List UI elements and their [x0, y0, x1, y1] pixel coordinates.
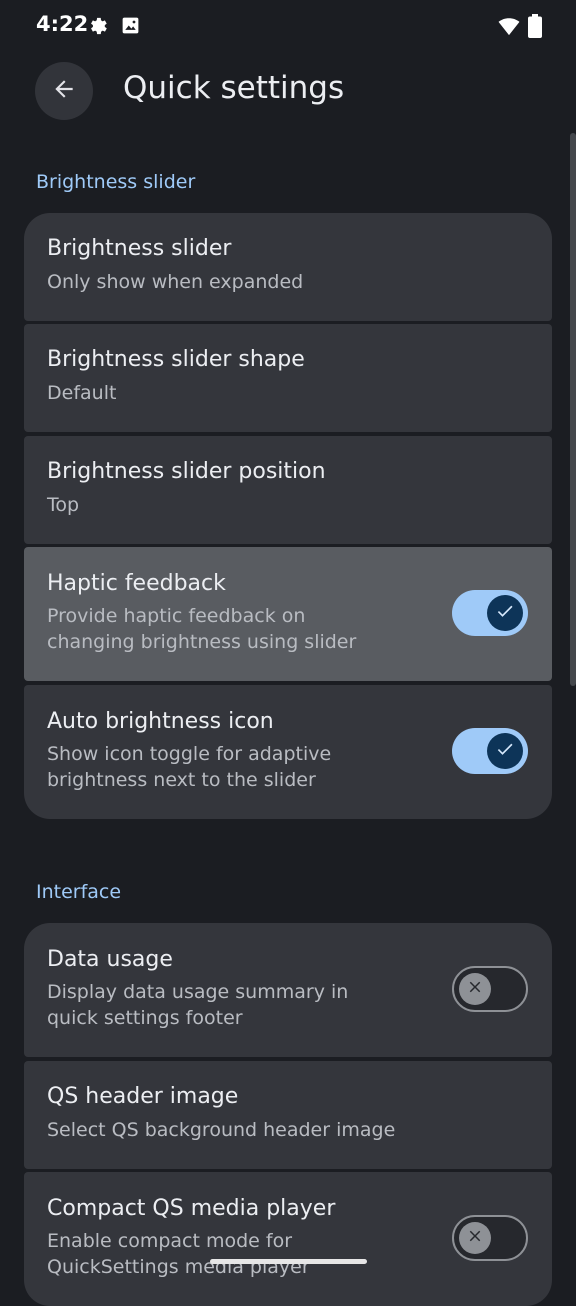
setting-title: Data usage: [47, 947, 173, 972]
setting-brightness-slider[interactable]: Brightness slider Only show when expande…: [24, 213, 552, 321]
page-title: Quick settings: [123, 70, 345, 106]
setting-qs-header-image[interactable]: QS header image Select QS background hea…: [24, 1061, 552, 1169]
setting-subtitle: Enable compact mode for QuickSettings me…: [47, 1228, 427, 1280]
subtitle-line: Display data usage summary in: [47, 981, 349, 1003]
battery-icon: [528, 14, 542, 42]
close-icon: [466, 1227, 484, 1249]
subtitle-line: changing brightness using slider: [47, 631, 357, 653]
switch-thumb: [487, 733, 523, 769]
setting-subtitle: Show icon toggle for adaptive brightness…: [47, 741, 427, 793]
status-time: 4:22: [36, 12, 89, 36]
app-bar: Quick settings: [0, 54, 576, 134]
setting-compact-qs-media-player[interactable]: Compact QS media player Enable compact m…: [24, 1172, 552, 1306]
setting-title: QS header image: [47, 1084, 239, 1109]
setting-subtitle: Display data usage summary in quick sett…: [47, 979, 427, 1031]
compact-media-player-switch[interactable]: [452, 1215, 528, 1261]
check-icon: [495, 739, 515, 763]
switch-thumb: [487, 595, 523, 631]
gear-icon: [87, 15, 109, 41]
subtitle-line: Provide haptic feedback on: [47, 605, 306, 627]
setting-title: Brightness slider shape: [47, 347, 305, 372]
setting-subtitle: Only show when expanded: [47, 271, 304, 293]
setting-brightness-slider-shape[interactable]: Brightness slider shape Default: [24, 324, 552, 432]
setting-auto-brightness-icon[interactable]: Auto brightness icon Show icon toggle fo…: [24, 685, 552, 819]
section-header-interface: Interface: [36, 881, 122, 903]
setting-subtitle: Default: [47, 382, 117, 404]
setting-subtitle: Provide haptic feedback on changing brig…: [47, 603, 427, 655]
haptic-feedback-switch[interactable]: [452, 590, 528, 636]
setting-data-usage[interactable]: Data usage Display data usage summary in…: [24, 923, 552, 1057]
data-usage-switch[interactable]: [452, 966, 528, 1012]
subtitle-line: brightness next to the slider: [47, 769, 316, 791]
switch-thumb: [459, 973, 491, 1005]
gesture-nav-handle[interactable]: [210, 1259, 367, 1264]
subtitle-line: Show icon toggle for adaptive: [47, 743, 332, 765]
setting-subtitle: Select QS background header image: [47, 1119, 396, 1141]
status-bar: 4:22: [0, 0, 576, 54]
subtitle-line: quick settings footer: [47, 1007, 243, 1029]
setting-subtitle: Top: [47, 494, 80, 516]
image-icon: [120, 15, 141, 40]
section-header-brightness: Brightness slider: [36, 171, 196, 193]
setting-title: Auto brightness icon: [47, 709, 274, 734]
subtitle-line: Enable compact mode for: [47, 1230, 293, 1252]
check-icon: [495, 601, 515, 625]
switch-thumb: [459, 1222, 491, 1254]
arrow-left-icon: [51, 76, 77, 106]
setting-brightness-slider-position[interactable]: Brightness slider position Top: [24, 436, 552, 544]
setting-haptic-feedback[interactable]: Haptic feedback Provide haptic feedback …: [24, 547, 552, 681]
setting-title: Brightness slider position: [47, 459, 326, 484]
setting-title: Compact QS media player: [47, 1196, 336, 1221]
setting-title: Haptic feedback: [47, 571, 226, 596]
close-icon: [466, 978, 484, 1000]
setting-title: Brightness slider: [47, 236, 232, 261]
auto-brightness-icon-switch[interactable]: [452, 728, 528, 774]
wifi-icon: [498, 16, 520, 40]
back-button[interactable]: [35, 62, 93, 120]
settings-list[interactable]: Brightness slider Brightness slider Only…: [0, 134, 576, 1306]
scrollbar[interactable]: [570, 133, 576, 686]
